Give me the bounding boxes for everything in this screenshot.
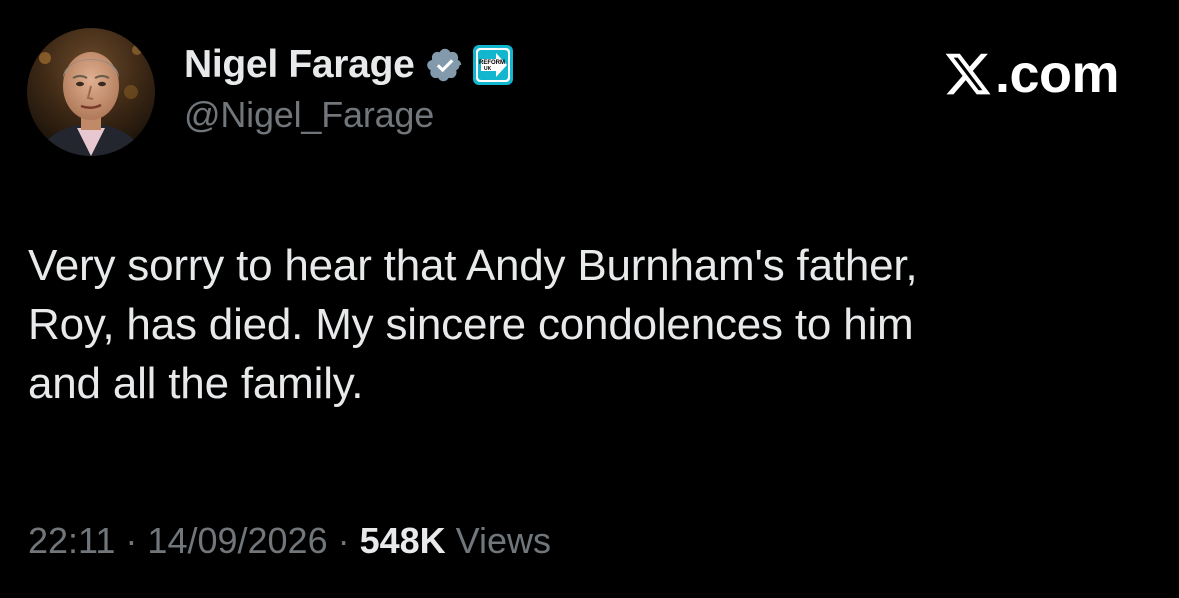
x-com-watermark: .com xyxy=(943,42,1120,106)
meta-separator: · xyxy=(125,520,138,561)
views-label: Views xyxy=(455,520,552,561)
tweet-text: Very sorry to hear that Andy Burnham's f… xyxy=(28,241,918,408)
verified-badge-icon[interactable] xyxy=(426,46,464,84)
author-display-name[interactable]: Nigel Farage xyxy=(184,43,415,87)
author-avatar[interactable] xyxy=(27,28,155,156)
author-handle[interactable]: @Nigel_Farage xyxy=(184,94,434,136)
reform-uk-badge-icon[interactable]: REFORM UK xyxy=(472,44,514,86)
tweet-time[interactable]: 22:11 xyxy=(28,520,115,562)
tweet-card: Nigel Farage REFORM UK @Nigel_Farage .co… xyxy=(0,0,1179,598)
tweet-meta: 22:11 · 14/09/2026 · 548K Views xyxy=(28,516,551,566)
meta-separator: · xyxy=(337,520,350,561)
author-name-row: Nigel Farage REFORM UK xyxy=(184,40,514,90)
tweet-date[interactable]: 14/09/2026 xyxy=(147,520,327,562)
watermark-text: .com xyxy=(995,44,1120,104)
views-count[interactable]: 548K xyxy=(360,520,446,562)
profile-photo-avatar xyxy=(27,28,155,156)
reform-badge-text-line2: UK xyxy=(484,66,492,72)
reform-badge-text-line1: REFORM xyxy=(479,60,505,66)
x-logo-icon xyxy=(943,49,993,99)
